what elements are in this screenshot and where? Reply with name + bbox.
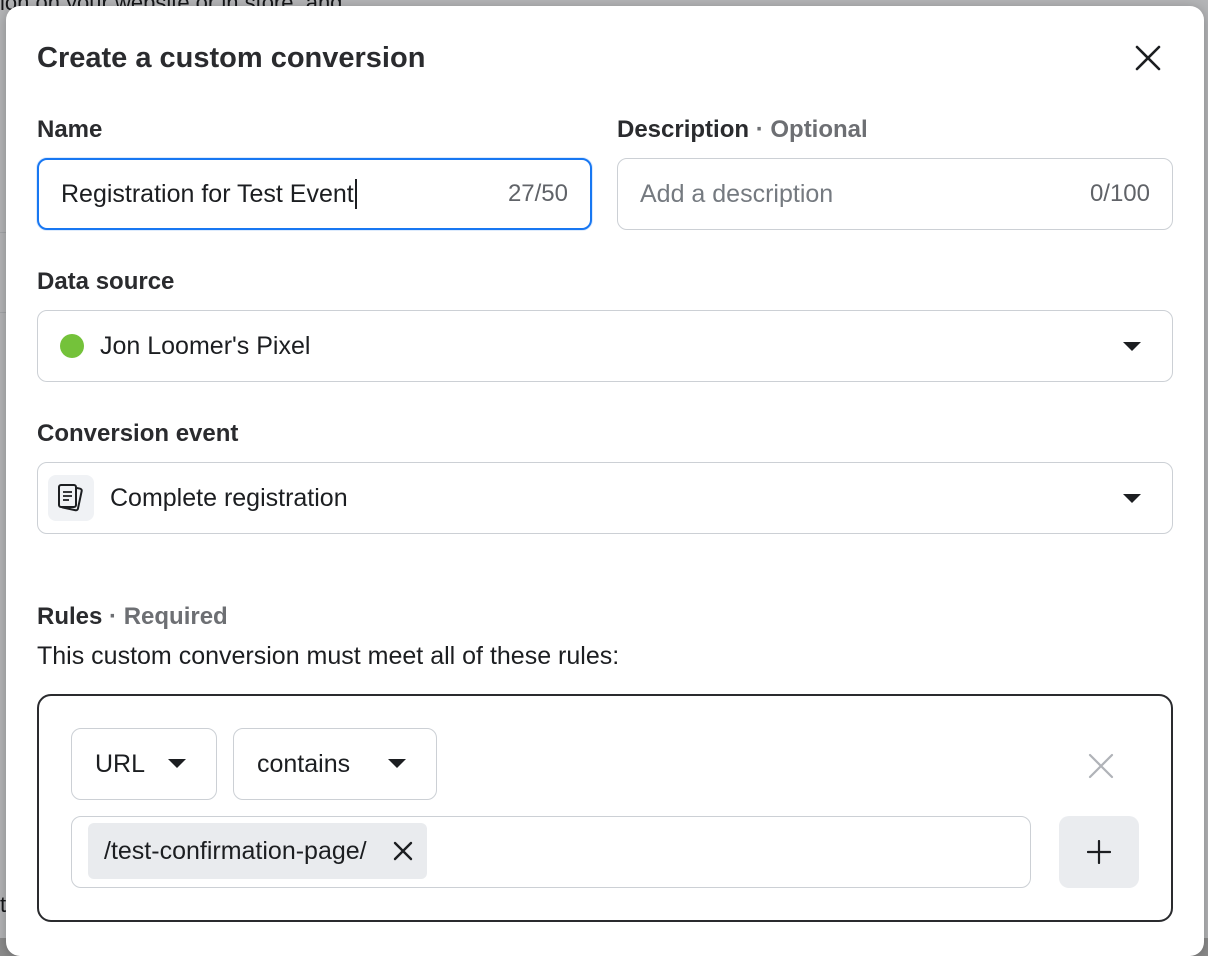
- conversion-event-label: Conversion event: [37, 420, 239, 447]
- dialog-title: Create a custom conversion: [37, 42, 426, 74]
- required-tag: · Required: [109, 603, 228, 630]
- rule-value-input[interactable]: /test-confirmation-page/: [71, 816, 1031, 888]
- plus-icon: [1087, 840, 1111, 864]
- rule-operator-value: contains: [257, 749, 351, 778]
- description-char-counter: 0/100: [1089, 180, 1150, 207]
- conversion-event-value: Complete registration: [110, 483, 348, 512]
- close-icon: [1135, 45, 1161, 71]
- status-dot: [60, 334, 84, 358]
- text-cursor: [354, 179, 357, 209]
- data-source-select[interactable]: Jon Loomer's Pixel: [37, 310, 1173, 382]
- document-stack-icon: [48, 475, 94, 521]
- name-label: Name: [37, 116, 103, 143]
- rule-operator-select[interactable]: contains: [233, 728, 437, 800]
- data-source-label: Data source: [37, 268, 175, 295]
- name-input-value: Registration for Test Event: [61, 179, 354, 208]
- name-char-counter: 27/50: [507, 180, 568, 207]
- rule-value-token: /test-confirmation-page/: [88, 823, 427, 879]
- close-icon: [1088, 753, 1114, 779]
- rules-label-text: Rules: [37, 603, 103, 630]
- data-source-value: Jon Loomer's Pixel: [100, 331, 311, 360]
- chevron-down-icon: [388, 759, 406, 768]
- description-input[interactable]: Add a description 0/100: [617, 158, 1173, 230]
- remove-rule-button[interactable]: [1083, 748, 1119, 784]
- token-label: /test-confirmation-page/: [104, 836, 367, 865]
- rules-label: Rules · Required: [37, 603, 228, 631]
- optional-tag: · Optional: [755, 116, 868, 143]
- name-input[interactable]: Registration for Test Event 27/50: [37, 158, 592, 230]
- rule-group: URL contains /test-confirmation-page/: [37, 694, 1173, 922]
- rule-field-value: URL: [95, 749, 146, 778]
- add-rule-button[interactable]: [1059, 816, 1139, 888]
- close-icon: [393, 841, 412, 861]
- description-label: Description · Optional: [617, 116, 868, 144]
- description-label-text: Description: [617, 116, 750, 143]
- rules-description: This custom conversion must meet all of …: [37, 642, 620, 670]
- remove-token-button[interactable]: [393, 841, 413, 861]
- chevron-down-icon: [1123, 342, 1141, 351]
- description-placeholder: Add a description: [640, 179, 834, 208]
- rule-field-select[interactable]: URL: [71, 728, 217, 800]
- conversion-event-select[interactable]: Complete registration: [37, 462, 1173, 534]
- chevron-down-icon: [1123, 494, 1141, 503]
- custom-conversion-dialog: Create a custom conversion Name Registra…: [6, 6, 1204, 956]
- close-button[interactable]: [1130, 40, 1166, 76]
- chevron-down-icon: [168, 759, 186, 768]
